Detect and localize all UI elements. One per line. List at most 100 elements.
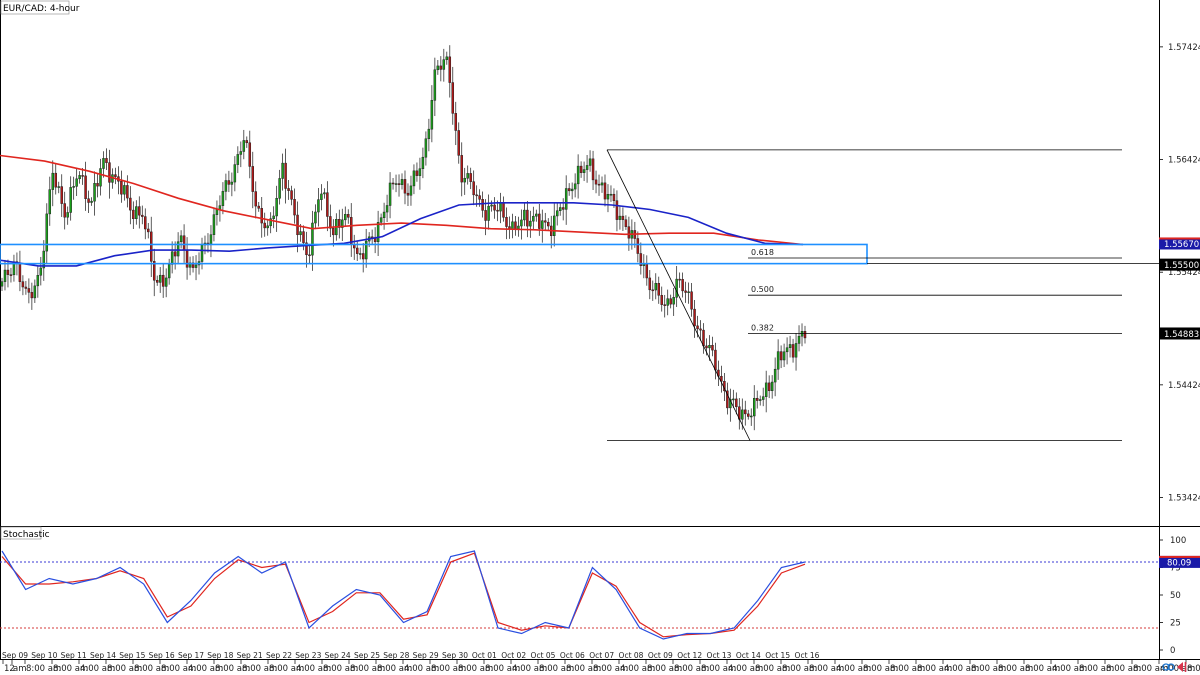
date-label: Sep 14 (90, 651, 116, 660)
candle-body (457, 130, 460, 156)
candle-body (224, 180, 228, 192)
candle-body (69, 187, 72, 213)
date-label: Oct 02 (501, 651, 526, 660)
candle-body (517, 225, 520, 229)
price-tag: 1.54883 (1159, 327, 1200, 340)
date-label: Oct 09 (648, 651, 673, 660)
candle-body (284, 162, 287, 189)
candle-body (155, 280, 159, 283)
candle-body (696, 325, 699, 330)
candle-body (460, 155, 463, 183)
time-axis-label: 8:00 am (1187, 664, 1200, 674)
candle-body (454, 113, 457, 131)
candle-body (609, 193, 613, 196)
candle-body (126, 185, 129, 199)
candle-body (660, 295, 663, 305)
candle-body (532, 215, 535, 222)
candle-body (484, 210, 487, 221)
candle-body (535, 213, 538, 217)
candle-body (3, 269, 7, 282)
candle-body (293, 199, 296, 216)
candle-body (785, 347, 789, 353)
candle-body (227, 180, 231, 185)
date-label: Oct 12 (677, 651, 702, 660)
candle-body (576, 165, 580, 185)
candle-body (627, 226, 631, 239)
candle-body (612, 193, 616, 201)
candle-body (675, 278, 678, 298)
candle-body (75, 178, 78, 187)
candle-body (797, 335, 801, 344)
candle-body (511, 221, 514, 230)
candle-body (18, 263, 22, 282)
candle-body (347, 214, 350, 218)
candle-body (379, 217, 383, 223)
candle-body (541, 220, 544, 229)
candle-body (185, 249, 189, 268)
candle-body (260, 208, 263, 224)
candle-body (287, 188, 290, 191)
candle-body (448, 56, 452, 83)
date-label: Oct 06 (560, 651, 585, 660)
date-label: Sep 18 (207, 651, 233, 660)
candle-body (236, 154, 240, 165)
price-axis-label: 1.56424 (1168, 156, 1200, 166)
candle-body (308, 254, 311, 257)
stoch-axis-label: 100 (1170, 536, 1186, 546)
date-label: Oct 08 (619, 651, 644, 660)
candle-body (487, 205, 490, 221)
date-label: Oct 14 (736, 651, 761, 660)
candle-body (344, 214, 347, 221)
candle-body (430, 100, 434, 130)
candle-body (272, 215, 275, 219)
candle-body (794, 343, 798, 358)
date-label: Oct 07 (589, 651, 614, 660)
candle-body (570, 188, 574, 192)
candle-body (544, 220, 547, 223)
candle-body (6, 269, 10, 275)
date-label: Oct 01 (472, 651, 497, 660)
candle-body (320, 193, 323, 200)
candle-body (475, 194, 478, 197)
price-tag: 1.55670 (1159, 237, 1200, 250)
candle-body (209, 234, 213, 245)
candle-body (84, 175, 87, 199)
candle-body (788, 344, 792, 348)
candle-body (693, 308, 696, 327)
candle-body (654, 282, 657, 291)
candle-body (526, 209, 529, 227)
candle-body (24, 286, 28, 289)
date-label: Sep 30 (442, 651, 468, 660)
candle-body (99, 168, 102, 187)
candle-body (215, 209, 219, 215)
candle-body (167, 264, 171, 279)
candle-body (603, 182, 607, 200)
candle-body (147, 228, 150, 233)
candle-body (114, 174, 117, 177)
candle-body (753, 397, 756, 417)
candle-body (690, 291, 693, 310)
candle-body (687, 291, 690, 293)
price-chart-window[interactable]: 0.6180.5000.382 1.574241.564241.554241.5… (0, 0, 1200, 675)
candle-body (385, 205, 389, 213)
candle-body (502, 202, 505, 218)
candle-body (744, 409, 747, 415)
candle-body (421, 156, 425, 169)
candle-body (758, 399, 762, 401)
candle-body (606, 194, 610, 200)
date-label: Oct 13 (707, 651, 732, 660)
candle-body (770, 381, 774, 391)
candle-body (436, 65, 440, 71)
candle-body (645, 263, 649, 279)
candle-body (735, 398, 738, 408)
candle-body (358, 253, 362, 255)
price-axis-label: 1.53424 (1168, 494, 1200, 504)
candle-body (290, 190, 293, 200)
candle-body (761, 396, 765, 400)
fib-level-label: 0.500 (751, 285, 774, 294)
candle-body (144, 216, 147, 230)
date-label: Sep 09 (2, 651, 28, 660)
fib-level-label: 0.382 (751, 323, 774, 332)
candle-body (782, 351, 786, 361)
candle-body (732, 398, 735, 401)
